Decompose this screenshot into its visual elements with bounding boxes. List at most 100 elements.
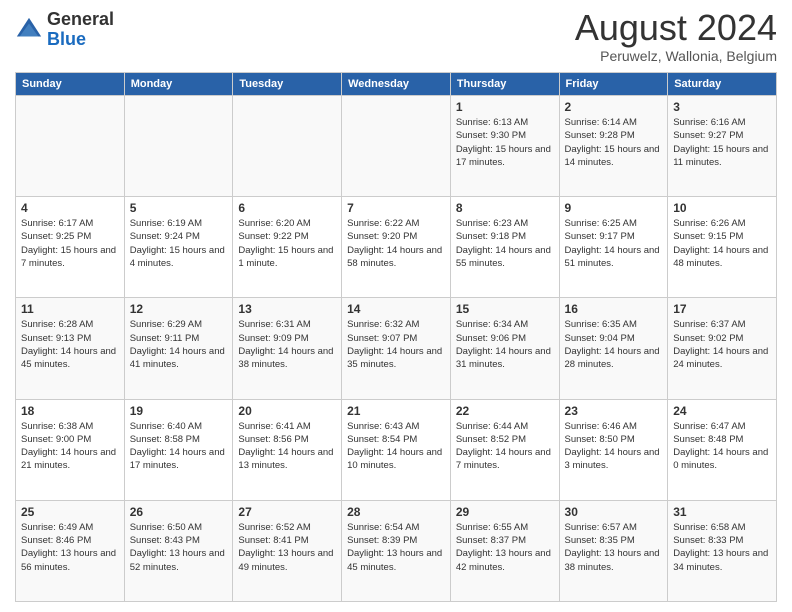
cell-info: Sunrise: 6:16 AM Sunset: 9:27 PM Dayligh…	[673, 116, 771, 169]
cell-info: Sunrise: 6:50 AM Sunset: 8:43 PM Dayligh…	[130, 521, 228, 574]
cell-date: 18	[21, 404, 119, 418]
cell-date: 7	[347, 201, 445, 215]
cell-info: Sunrise: 6:47 AM Sunset: 8:48 PM Dayligh…	[673, 420, 771, 473]
calendar-week-3: 11 Sunrise: 6:28 AM Sunset: 9:13 PM Dayli…	[16, 298, 777, 399]
month-title: August 2024	[575, 10, 777, 46]
general-blue-logo-icon	[15, 16, 43, 44]
col-saturday: Saturday	[668, 73, 777, 96]
cell-info: Sunrise: 6:49 AM Sunset: 8:46 PM Dayligh…	[21, 521, 119, 574]
cell-date: 30	[565, 505, 663, 519]
cell-date: 15	[456, 302, 554, 316]
col-thursday: Thursday	[450, 73, 559, 96]
cell-info: Sunrise: 6:23 AM Sunset: 9:18 PM Dayligh…	[456, 217, 554, 270]
calendar-header-row: Sunday Monday Tuesday Wednesday Thursday…	[16, 73, 777, 96]
table-row: 5Sunrise: 6:19 AM Sunset: 9:24 PM Daylig…	[124, 197, 233, 298]
cell-date: 28	[347, 505, 445, 519]
cell-info: Sunrise: 6:54 AM Sunset: 8:39 PM Dayligh…	[347, 521, 445, 574]
table-row: 15 Sunrise: 6:34 AM Sunset: 9:06 PM Dayli…	[450, 298, 559, 399]
table-row: 26 Sunrise: 6:50 AM Sunset: 8:43 PM Dayli…	[124, 500, 233, 601]
logo-general: General	[47, 9, 114, 29]
table-row: 31 Sunrise: 6:58 AM Sunset: 8:33 PM Dayli…	[668, 500, 777, 601]
cell-info: Sunrise: 6:46 AM Sunset: 8:50 PM Dayligh…	[565, 420, 663, 473]
cell-date: 25	[21, 505, 119, 519]
cell-date: 5	[130, 201, 228, 215]
cell-date: 1	[456, 100, 554, 114]
cell-info: Sunrise: 6:52 AM Sunset: 8:41 PM Dayligh…	[238, 521, 336, 574]
table-row: 21Sunrise: 6:43 AM Sunset: 8:54 PM Dayli…	[342, 399, 451, 500]
table-row: 9 Sunrise: 6:25 AM Sunset: 9:17 PM Daylig…	[559, 197, 668, 298]
table-row	[233, 96, 342, 197]
table-row: 1 Sunrise: 6:13 AM Sunset: 9:30 PM Daylig…	[450, 96, 559, 197]
table-row: 24 Sunrise: 6:47 AM Sunset: 8:48 PM Dayli…	[668, 399, 777, 500]
cell-info: Sunrise: 6:32 AM Sunset: 9:07 PM Dayligh…	[347, 318, 445, 371]
cell-info: Sunrise: 6:57 AM Sunset: 8:35 PM Dayligh…	[565, 521, 663, 574]
cell-info: Sunrise: 6:44 AM Sunset: 8:52 PM Dayligh…	[456, 420, 554, 473]
cell-date: 8	[456, 201, 554, 215]
table-row: 17Sunrise: 6:37 AM Sunset: 9:02 PM Dayli…	[668, 298, 777, 399]
cell-date: 21	[347, 404, 445, 418]
table-row: 12 Sunrise: 6:29 AM Sunset: 9:11 PM Dayli…	[124, 298, 233, 399]
col-friday: Friday	[559, 73, 668, 96]
cell-date: 19	[130, 404, 228, 418]
table-row: 16 Sunrise: 6:35 AM Sunset: 9:04 PM Dayli…	[559, 298, 668, 399]
calendar-week-1: 1 Sunrise: 6:13 AM Sunset: 9:30 PM Daylig…	[16, 96, 777, 197]
table-row: 18 Sunrise: 6:38 AM Sunset: 9:00 PM Dayli…	[16, 399, 125, 500]
calendar-week-4: 18 Sunrise: 6:38 AM Sunset: 9:00 PM Dayli…	[16, 399, 777, 500]
cell-date: 9	[565, 201, 663, 215]
cell-info: Sunrise: 6:58 AM Sunset: 8:33 PM Dayligh…	[673, 521, 771, 574]
cell-date: 24	[673, 404, 771, 418]
logo-text: General Blue	[47, 10, 114, 50]
table-row: 23 Sunrise: 6:46 AM Sunset: 8:50 PM Dayli…	[559, 399, 668, 500]
cell-info: Sunrise: 6:41 AM Sunset: 8:56 PM Dayligh…	[238, 420, 336, 473]
cell-date: 23	[565, 404, 663, 418]
cell-info: Sunrise: 6:38 AM Sunset: 9:00 PM Dayligh…	[21, 420, 119, 473]
page: General Blue August 2024 Peruwelz, Wallo…	[0, 0, 792, 612]
cell-date: 22	[456, 404, 554, 418]
cell-date: 14	[347, 302, 445, 316]
table-row: 20 Sunrise: 6:41 AM Sunset: 8:56 PM Dayli…	[233, 399, 342, 500]
cell-info: Sunrise: 6:13 AM Sunset: 9:30 PM Dayligh…	[456, 116, 554, 169]
cell-date: 11	[21, 302, 119, 316]
cell-info: Sunrise: 6:14 AM Sunset: 9:28 PM Dayligh…	[565, 116, 663, 169]
cell-info: Sunrise: 6:17 AM Sunset: 9:25 PM Dayligh…	[21, 217, 119, 270]
cell-info: Sunrise: 6:31 AM Sunset: 9:09 PM Dayligh…	[238, 318, 336, 371]
cell-info: Sunrise: 6:29 AM Sunset: 9:11 PM Dayligh…	[130, 318, 228, 371]
table-row	[342, 96, 451, 197]
table-row: 30 Sunrise: 6:57 AM Sunset: 8:35 PM Dayli…	[559, 500, 668, 601]
cell-date: 12	[130, 302, 228, 316]
cell-info: Sunrise: 6:20 AM Sunset: 9:22 PM Dayligh…	[238, 217, 336, 270]
logo-blue: Blue	[47, 29, 86, 49]
logo: General Blue	[15, 10, 114, 50]
cell-date: 17	[673, 302, 771, 316]
header: General Blue August 2024 Peruwelz, Wallo…	[15, 10, 777, 64]
table-row: 29Sunrise: 6:55 AM Sunset: 8:37 PM Dayli…	[450, 500, 559, 601]
table-row: 27Sunrise: 6:52 AM Sunset: 8:41 PM Dayli…	[233, 500, 342, 601]
cell-date: 20	[238, 404, 336, 418]
cell-info: Sunrise: 6:35 AM Sunset: 9:04 PM Dayligh…	[565, 318, 663, 371]
cell-info: Sunrise: 6:26 AM Sunset: 9:15 PM Dayligh…	[673, 217, 771, 270]
table-row: 22 Sunrise: 6:44 AM Sunset: 8:52 PM Dayli…	[450, 399, 559, 500]
table-row: 13Sunrise: 6:31 AM Sunset: 9:09 PM Dayli…	[233, 298, 342, 399]
cell-date: 16	[565, 302, 663, 316]
col-sunday: Sunday	[16, 73, 125, 96]
calendar-table: Sunday Monday Tuesday Wednesday Thursday…	[15, 72, 777, 602]
table-row: 7 Sunrise: 6:22 AM Sunset: 9:20 PM Daylig…	[342, 197, 451, 298]
title-block: August 2024 Peruwelz, Wallonia, Belgium	[575, 10, 777, 64]
calendar-week-5: 25 Sunrise: 6:49 AM Sunset: 8:46 PM Dayli…	[16, 500, 777, 601]
cell-info: Sunrise: 6:22 AM Sunset: 9:20 PM Dayligh…	[347, 217, 445, 270]
cell-date: 31	[673, 505, 771, 519]
table-row	[124, 96, 233, 197]
table-row: 14 Sunrise: 6:32 AM Sunset: 9:07 PM Dayli…	[342, 298, 451, 399]
table-row: 4Sunrise: 6:17 AM Sunset: 9:25 PM Daylig…	[16, 197, 125, 298]
cell-info: Sunrise: 6:28 AM Sunset: 9:13 PM Dayligh…	[21, 318, 119, 371]
cell-info: Sunrise: 6:34 AM Sunset: 9:06 PM Dayligh…	[456, 318, 554, 371]
cell-date: 10	[673, 201, 771, 215]
cell-info: Sunrise: 6:25 AM Sunset: 9:17 PM Dayligh…	[565, 217, 663, 270]
cell-date: 6	[238, 201, 336, 215]
cell-date: 26	[130, 505, 228, 519]
table-row	[16, 96, 125, 197]
cell-date: 29	[456, 505, 554, 519]
col-wednesday: Wednesday	[342, 73, 451, 96]
table-row: 8 Sunrise: 6:23 AM Sunset: 9:18 PM Daylig…	[450, 197, 559, 298]
table-row: 6 Sunrise: 6:20 AM Sunset: 9:22 PM Daylig…	[233, 197, 342, 298]
